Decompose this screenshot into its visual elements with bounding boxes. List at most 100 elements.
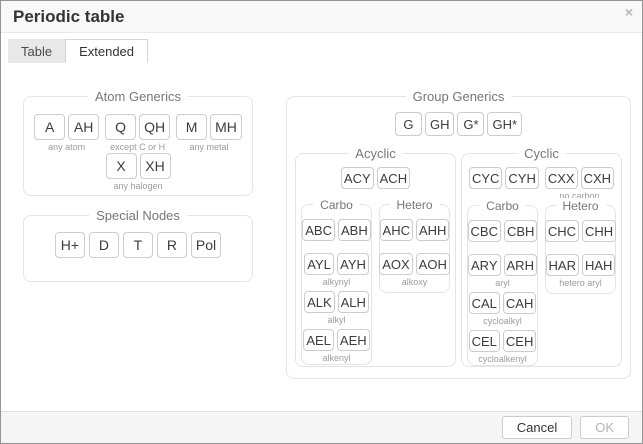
caption-any-atom: any atom: [48, 142, 85, 153]
acyclic-hetero-legend: Hetero: [389, 197, 439, 214]
pair-hetero-aryl: HAR HAH hetero aryl: [546, 254, 616, 289]
button-cyc[interactable]: CYC: [469, 167, 502, 189]
dialog-footer: Cancel OK: [1, 411, 642, 443]
cyclic-carbo-legend: Carbo: [479, 198, 526, 215]
button-arh[interactable]: ARH: [504, 254, 537, 276]
button-ah[interactable]: AH: [68, 114, 99, 140]
fieldset-atom-generics: Atom Generics A AH any atom Q QH: [23, 96, 253, 196]
button-abc[interactable]: ABC: [302, 219, 335, 241]
pair-cycloalkenyl: CEL CEH cycloalkenyl: [469, 330, 537, 365]
button-abh[interactable]: ABH: [338, 219, 371, 241]
button-g[interactable]: G: [395, 112, 422, 136]
button-r[interactable]: R: [157, 232, 187, 258]
button-h-plus[interactable]: H+: [55, 232, 85, 258]
caption-alkenyl: alkenyl: [322, 353, 350, 364]
button-alh[interactable]: ALH: [338, 291, 369, 313]
fieldset-acyclic: Acyclic ACY ACH Carbo: [295, 153, 456, 367]
cancel-button[interactable]: Cancel: [502, 416, 572, 439]
caption-alkynyl: alkynyl: [323, 277, 351, 288]
button-x[interactable]: X: [106, 153, 137, 179]
tab-table[interactable]: Table: [8, 39, 65, 63]
pair-chc: CHC CHH: [545, 220, 616, 242]
button-qh[interactable]: QH: [139, 114, 170, 140]
pair-alkenyl: AEL AEH alkenyl: [303, 329, 369, 364]
button-ael[interactable]: AEL: [303, 329, 334, 351]
fieldset-cyclic-carbo: Carbo CBC CBH ARY: [467, 205, 538, 366]
cyclic-legend: Cyclic: [517, 145, 566, 162]
acyclic-carbo-legend: Carbo: [313, 197, 360, 214]
dialog-header: Periodic table ×: [1, 1, 642, 33]
caption-cycloalkenyl: cycloalkenyl: [478, 354, 527, 365]
button-cyh[interactable]: CYH: [505, 167, 538, 189]
cyclic-top-row: CYC CYH CXX CXH no carbon: [462, 167, 621, 202]
button-q[interactable]: Q: [105, 114, 136, 140]
button-cah[interactable]: CAH: [503, 292, 536, 314]
pair-abc: ABC ABH: [302, 219, 370, 241]
fieldset-group-generics: Group Generics G GH G* GH* Acyclic ACY: [286, 96, 631, 379]
pair-alkoxy: AOX AOH alkoxy: [379, 253, 450, 288]
pair-cyc: CYC CYH: [469, 167, 539, 189]
button-chh[interactable]: CHH: [582, 220, 616, 242]
button-ahh[interactable]: AHH: [416, 219, 449, 241]
pair-alkynyl: AYL AYH alkynyl: [304, 253, 369, 288]
button-aeh[interactable]: AEH: [337, 329, 370, 351]
pair-no-carbon: CXX CXH no carbon: [545, 167, 614, 202]
button-ayh[interactable]: AYH: [337, 253, 369, 275]
button-cxh[interactable]: CXH: [581, 167, 614, 189]
fieldset-cyclic: Cyclic CYC CYH CXX: [461, 153, 622, 367]
button-cal[interactable]: CAL: [469, 292, 500, 314]
pair-cycloalkyl: CAL CAH cycloalkyl: [469, 292, 537, 327]
button-hah[interactable]: HAH: [582, 254, 615, 276]
caption-alkyl: alkyl: [327, 315, 345, 326]
pair-except-c-or-h: Q QH except C or H: [105, 114, 170, 153]
caption-except-c-or-h: except C or H: [110, 142, 165, 153]
acyclic-columns: Carbo ABC ABH AYL: [296, 204, 455, 365]
fieldset-acyclic-carbo: Carbo ABC ABH AYL: [301, 204, 372, 365]
cyclic-columns: Carbo CBC CBH ARY: [462, 205, 621, 366]
atom-generics-row1: A AH any atom Q QH except C or H: [24, 114, 252, 153]
button-d[interactable]: D: [89, 232, 119, 258]
button-acy[interactable]: ACY: [341, 167, 374, 189]
button-mh[interactable]: MH: [210, 114, 242, 140]
button-pol[interactable]: Pol: [191, 232, 221, 258]
caption-aryl: aryl: [495, 278, 510, 289]
dialog-title: Periodic table: [13, 7, 124, 27]
button-cbh[interactable]: CBH: [504, 220, 537, 242]
button-ach[interactable]: ACH: [377, 167, 410, 189]
button-t[interactable]: T: [123, 232, 153, 258]
fieldset-special-nodes: Special Nodes H+ D T R Pol: [23, 215, 253, 282]
special-nodes-legend: Special Nodes: [89, 207, 187, 224]
acyclic-top-row: ACY ACH: [296, 167, 455, 189]
button-aox[interactable]: AOX: [379, 253, 412, 275]
periodic-table-dialog: Periodic table × Table Extended Atom Gen…: [0, 0, 643, 444]
button-a[interactable]: A: [34, 114, 65, 140]
button-chc[interactable]: CHC: [545, 220, 579, 242]
button-xh[interactable]: XH: [140, 153, 171, 179]
close-icon[interactable]: ×: [625, 4, 633, 20]
pair-any-metal: M MH any metal: [176, 114, 242, 153]
button-ayl[interactable]: AYL: [304, 253, 334, 275]
button-gh[interactable]: GH: [425, 112, 455, 136]
button-har[interactable]: HAR: [546, 254, 579, 276]
button-ahc[interactable]: AHC: [380, 219, 413, 241]
cyclic-hetero-legend: Hetero: [555, 198, 605, 215]
button-aoh[interactable]: AOH: [416, 253, 450, 275]
ok-button[interactable]: OK: [580, 416, 629, 439]
dialog-content: Atom Generics A AH any atom Q QH: [1, 63, 642, 411]
button-cxx[interactable]: CXX: [545, 167, 578, 189]
button-cel[interactable]: CEL: [469, 330, 500, 352]
tab-extended[interactable]: Extended: [65, 39, 148, 63]
button-gh-star[interactable]: GH*: [487, 112, 522, 136]
caption-any-metal: any metal: [189, 142, 228, 153]
tab-bar: Table Extended: [1, 33, 642, 63]
button-ceh[interactable]: CEH: [503, 330, 536, 352]
atom-generics-legend: Atom Generics: [88, 88, 188, 105]
button-alk[interactable]: ALK: [304, 291, 335, 313]
button-ary[interactable]: ARY: [468, 254, 501, 276]
button-cbc[interactable]: CBC: [468, 220, 501, 242]
pair-any-halogen: X XH any halogen: [106, 153, 171, 192]
pair-aryl: ARY ARH aryl: [468, 254, 537, 289]
group-generics-legend: Group Generics: [406, 88, 512, 105]
button-g-star[interactable]: G*: [457, 112, 484, 136]
button-m[interactable]: M: [176, 114, 207, 140]
